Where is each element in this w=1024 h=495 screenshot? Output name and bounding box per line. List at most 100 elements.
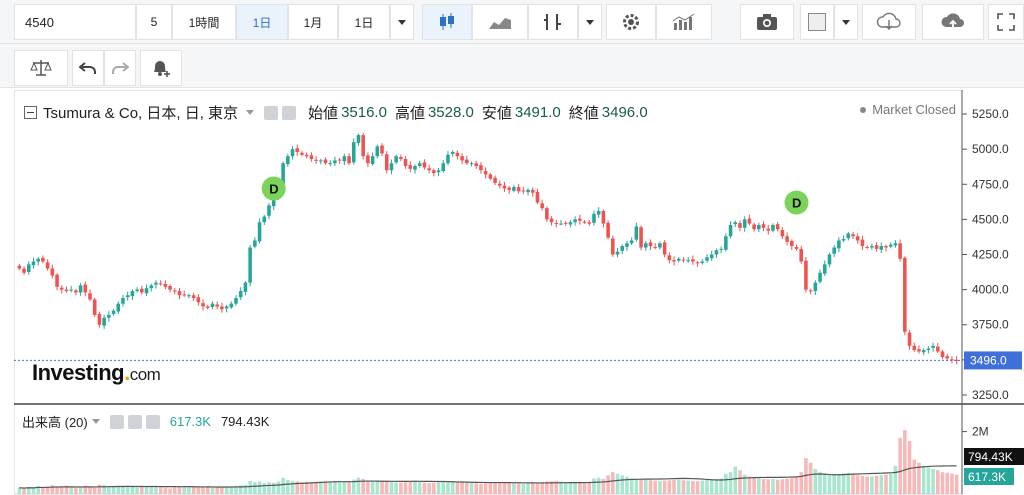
indicator-button[interactable] xyxy=(528,4,578,40)
screenshot-button[interactable] xyxy=(740,4,794,40)
price-chart[interactable]: 5250.0 5000.0 4750.0 4500.0 4250.0 4000.0 3750… xyxy=(14,90,1024,495)
candle-body xyxy=(643,243,648,248)
load-chart-button[interactable] xyxy=(862,4,916,40)
volume-bar xyxy=(253,482,257,494)
volume-bar xyxy=(954,474,959,494)
volume-bar xyxy=(851,474,855,494)
indicators-icon xyxy=(544,14,561,30)
volume-bar xyxy=(681,480,686,494)
volume-bar xyxy=(903,430,907,494)
candle-body xyxy=(460,156,464,161)
volume-bar xyxy=(667,480,672,494)
volume-bar xyxy=(224,486,229,494)
candle-body xyxy=(540,203,544,209)
candle-body xyxy=(700,261,705,263)
eye-icon[interactable] xyxy=(264,105,279,120)
area-chart-icon xyxy=(489,18,511,29)
interval-1h-button[interactable]: 1時間 xyxy=(172,4,236,40)
candle-body xyxy=(615,251,620,255)
candle-body xyxy=(238,291,243,298)
candle-body xyxy=(785,236,789,242)
volume-bar xyxy=(573,482,577,494)
candle-body xyxy=(870,246,874,248)
candle-body xyxy=(78,285,83,293)
redo-icon xyxy=(112,62,129,74)
undo-button[interactable] xyxy=(72,50,104,86)
close-label: 終値 xyxy=(568,105,599,122)
volume-bar xyxy=(888,474,893,494)
compare-button[interactable] xyxy=(14,50,68,86)
cloud-upload-icon xyxy=(941,13,964,30)
volume-bar xyxy=(140,486,144,494)
candle-body xyxy=(229,303,234,308)
volume-bar xyxy=(568,482,573,494)
volume-bar xyxy=(950,473,954,494)
volume-bar xyxy=(691,480,695,494)
symbol-input[interactable]: 4540 xyxy=(14,4,136,40)
range-select[interactable]: 1日 xyxy=(338,4,390,40)
chevron-down-icon[interactable] xyxy=(246,110,255,115)
volume-bar xyxy=(107,486,111,494)
range-dropdown-button[interactable] xyxy=(390,4,414,40)
candle-body xyxy=(512,187,516,191)
studies-button[interactable] xyxy=(656,4,712,40)
candle-body xyxy=(488,174,493,179)
chart-container[interactable]: 5250.0 5000.0 4750.0 4500.0 4250.0 4000.0 3750… xyxy=(14,90,1024,495)
save-chart-button[interactable] xyxy=(922,4,984,40)
close-icon[interactable] xyxy=(145,414,160,429)
candle-body xyxy=(182,294,186,296)
candlestick-chart-button[interactable] xyxy=(422,4,472,40)
y-tick-label: 3750.0 xyxy=(972,318,1009,332)
candle-body xyxy=(865,246,869,248)
status-dot-icon xyxy=(860,106,867,113)
interval-5-button[interactable]: 5 xyxy=(136,4,172,40)
candle-body xyxy=(375,146,380,157)
chevron-down-icon[interactable] xyxy=(91,419,100,424)
volume-bar xyxy=(907,440,912,494)
candle-body xyxy=(107,314,111,318)
candle-body xyxy=(804,260,808,290)
area-chart-button[interactable] xyxy=(472,4,528,40)
color-picker-button[interactable] xyxy=(800,4,834,40)
close-value: 3496.0 xyxy=(601,104,648,121)
candle-body xyxy=(196,297,201,303)
color-dropdown-button[interactable] xyxy=(834,4,858,40)
candle-body xyxy=(17,265,22,269)
volume-bar xyxy=(432,482,436,494)
volume-bar xyxy=(643,479,648,494)
high-label: 高値 xyxy=(394,105,425,122)
candle-body xyxy=(936,346,940,352)
candle-body xyxy=(88,293,92,300)
settings-button[interactable] xyxy=(606,4,656,40)
volume-bar xyxy=(587,482,592,494)
candle-body xyxy=(22,268,26,273)
volume-bar xyxy=(526,483,530,494)
redo-button[interactable] xyxy=(104,50,136,86)
candle-body xyxy=(116,303,121,312)
interval-1m-button[interactable]: 1月 xyxy=(288,4,338,40)
eye-icon[interactable] xyxy=(109,414,124,429)
candle-body xyxy=(243,282,248,292)
volume-bar xyxy=(620,475,625,494)
indicator-dropdown-button[interactable] xyxy=(578,4,602,40)
fullscreen-button[interactable] xyxy=(988,4,1024,40)
candle-body xyxy=(403,158,408,167)
y-tick-label: 4000.0 xyxy=(972,283,1009,297)
volume-bar xyxy=(512,483,516,494)
interval-1d-button[interactable]: 1日 xyxy=(236,4,288,40)
candle-body xyxy=(483,171,488,175)
volume-bar xyxy=(497,482,502,494)
volume-bar xyxy=(281,477,285,494)
chart-legend: Tsumura & Co, 日本, 日, 東京 始値 3516.0 高値 352… xyxy=(24,102,648,123)
collapse-icon[interactable] xyxy=(24,106,37,119)
volume-bar xyxy=(389,482,394,494)
chart-frame xyxy=(14,90,963,495)
volume-bar xyxy=(507,482,511,494)
gear-icon[interactable] xyxy=(282,105,297,120)
candle-body xyxy=(846,233,851,239)
low-value: 3491.0 xyxy=(514,104,561,121)
candle-body xyxy=(620,246,625,251)
gear-icon[interactable] xyxy=(127,414,142,429)
add-alert-button[interactable] xyxy=(140,50,182,86)
volume-ma-badge-label: 794.43K xyxy=(968,450,1013,464)
